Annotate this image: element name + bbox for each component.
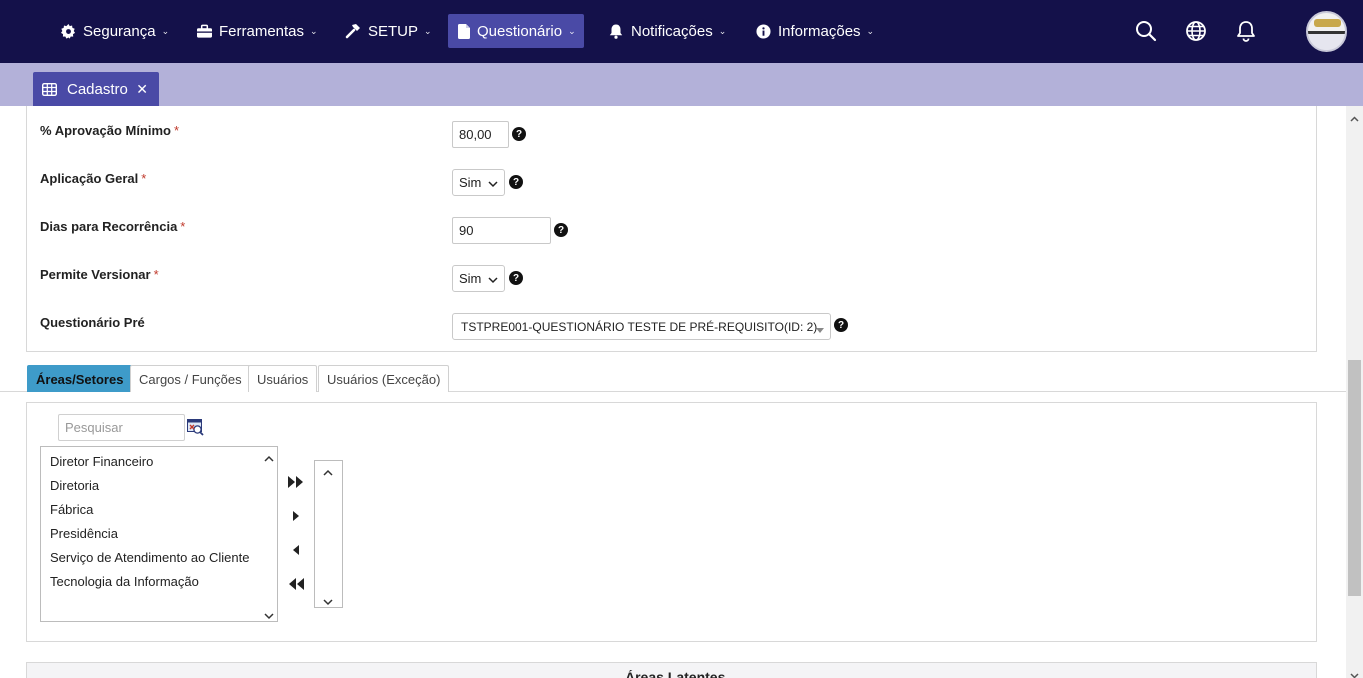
available-list[interactable]: Diretor Financeiro Diretoria Fábrica Pre… bbox=[40, 446, 278, 622]
scroll-down-icon[interactable] bbox=[264, 608, 274, 620]
chevron-down-icon: ⌄ bbox=[718, 25, 727, 36]
scrollbar-thumb[interactable] bbox=[1348, 360, 1361, 596]
menu-label: Questionário bbox=[477, 22, 563, 40]
menu-seguranca[interactable]: Segurança ⌄ bbox=[50, 14, 179, 48]
list-item[interactable]: Diretor Financeiro bbox=[50, 454, 153, 469]
field-label-questionario-pre: Questionário Pré bbox=[40, 315, 145, 330]
tab-cadastro[interactable]: Cadastro ✕ bbox=[33, 72, 159, 106]
hammer-icon bbox=[345, 23, 361, 39]
tab-usuarios[interactable]: Usuários bbox=[248, 365, 318, 392]
scroll-down-icon[interactable] bbox=[1350, 667, 1359, 678]
list-item[interactable]: Presidência bbox=[50, 526, 118, 541]
search-input[interactable]: Pesquisar bbox=[58, 414, 185, 441]
menu-label: Notificações bbox=[631, 22, 713, 40]
gear-icon bbox=[60, 23, 76, 39]
main-content: % Aprovação Mínimo * 80,00 ? Aplicação Ge… bbox=[0, 106, 1346, 678]
list-item[interactable]: Tecnologia da Informação bbox=[50, 574, 199, 589]
help-icon[interactable]: ? bbox=[834, 318, 848, 332]
chevron-down-icon: ⌄ bbox=[161, 25, 170, 36]
menu-label: Ferramentas bbox=[219, 22, 305, 40]
help-icon[interactable]: ? bbox=[554, 223, 568, 237]
field-label-versionar: Permite Versionar * bbox=[40, 267, 159, 282]
bottom-panel-title: Áreas Latentes bbox=[625, 670, 726, 678]
field-label-aprovacao: % Aprovação Mínimo * bbox=[40, 123, 180, 138]
menu-label: SETUP bbox=[368, 22, 419, 40]
field-label-recorrencia: Dias para Recorrência * bbox=[40, 219, 186, 234]
top-navbar: Segurança ⌄ Ferramentas ⌄ SETUP ⌄ Questi… bbox=[0, 0, 1363, 63]
scroll-up-icon[interactable] bbox=[1350, 111, 1359, 122]
avatar[interactable] bbox=[1306, 11, 1347, 52]
open-tabs-bar: Cadastro ✕ bbox=[0, 63, 1363, 106]
chevron-down-icon: ⌄ bbox=[568, 25, 576, 36]
search-icon[interactable] bbox=[1134, 19, 1158, 43]
menu-setup[interactable]: SETUP ⌄ bbox=[335, 14, 442, 48]
tab-cargos-funcoes[interactable]: Cargos / Funções bbox=[130, 365, 251, 392]
bell-icon bbox=[608, 23, 624, 39]
move-all-right-button[interactable] bbox=[288, 474, 304, 490]
caret-down-icon bbox=[816, 323, 824, 337]
list-item[interactable]: Serviço de Atendimento ao Cliente bbox=[50, 550, 249, 565]
file-icon bbox=[458, 23, 470, 39]
selected-list[interactable] bbox=[314, 460, 343, 608]
tab-areas-setores[interactable]: Áreas/Setores bbox=[27, 365, 133, 392]
help-icon[interactable]: ? bbox=[509, 271, 523, 285]
questionario-pre-select[interactable]: TSTPRE001-QUESTIONÁRIO TESTE DE PRÉ-REQU… bbox=[452, 313, 831, 340]
logo-icon bbox=[1314, 19, 1341, 27]
chevron-down-icon bbox=[488, 273, 498, 288]
field-label-aplicacao: Aplicação Geral * bbox=[40, 171, 147, 186]
tab-usuarios-excecao[interactable]: Usuários (Exceção) bbox=[318, 365, 450, 392]
scroll-up-icon[interactable] bbox=[264, 451, 274, 462]
toolbox-icon bbox=[196, 23, 212, 39]
dias-recorrencia-input[interactable]: 90 bbox=[452, 217, 551, 244]
menu-notificacoes[interactable]: Notificações ⌄ bbox=[598, 14, 736, 48]
menu-questionario[interactable]: Questionário ⌄ bbox=[448, 14, 584, 48]
scroll-down-icon[interactable] bbox=[323, 594, 333, 606]
move-right-button[interactable] bbox=[288, 508, 304, 524]
move-all-left-button[interactable] bbox=[288, 576, 304, 592]
list-scrollbar[interactable] bbox=[261, 447, 277, 621]
list-scrollbar[interactable] bbox=[315, 461, 342, 607]
chevron-down-icon: ⌄ bbox=[866, 25, 875, 36]
help-icon[interactable]: ? bbox=[512, 127, 526, 141]
menu-informacoes[interactable]: Informações ⌄ bbox=[745, 14, 884, 48]
chevron-down-icon bbox=[488, 177, 498, 192]
help-icon[interactable]: ? bbox=[509, 175, 523, 189]
info-icon bbox=[755, 23, 771, 39]
menu-ferramentas[interactable]: Ferramentas ⌄ bbox=[186, 14, 328, 48]
aprovacao-minimo-input[interactable]: 80,00 bbox=[452, 121, 509, 148]
page-scrollbar[interactable] bbox=[1346, 106, 1363, 678]
chevron-down-icon: ⌄ bbox=[310, 25, 318, 36]
menu-label: Informações bbox=[778, 22, 861, 40]
permite-versionar-select[interactable]: Sim bbox=[452, 265, 505, 292]
bell-outline-icon[interactable] bbox=[1234, 19, 1258, 43]
globe-icon[interactable] bbox=[1184, 19, 1208, 43]
list-item[interactable]: Diretoria bbox=[50, 478, 99, 493]
list-item[interactable]: Fábrica bbox=[50, 502, 93, 517]
aplicacao-geral-select[interactable]: Sim bbox=[452, 169, 505, 196]
clear-filter-icon[interactable] bbox=[187, 419, 204, 436]
menu-label: Segurança bbox=[83, 22, 156, 40]
chevron-down-icon: ⌄ bbox=[424, 25, 432, 36]
table-icon bbox=[42, 82, 57, 96]
tab-label: Cadastro bbox=[67, 80, 128, 98]
move-left-button[interactable] bbox=[288, 542, 304, 558]
scroll-up-icon[interactable] bbox=[323, 465, 333, 476]
close-icon[interactable]: ✕ bbox=[136, 81, 148, 98]
